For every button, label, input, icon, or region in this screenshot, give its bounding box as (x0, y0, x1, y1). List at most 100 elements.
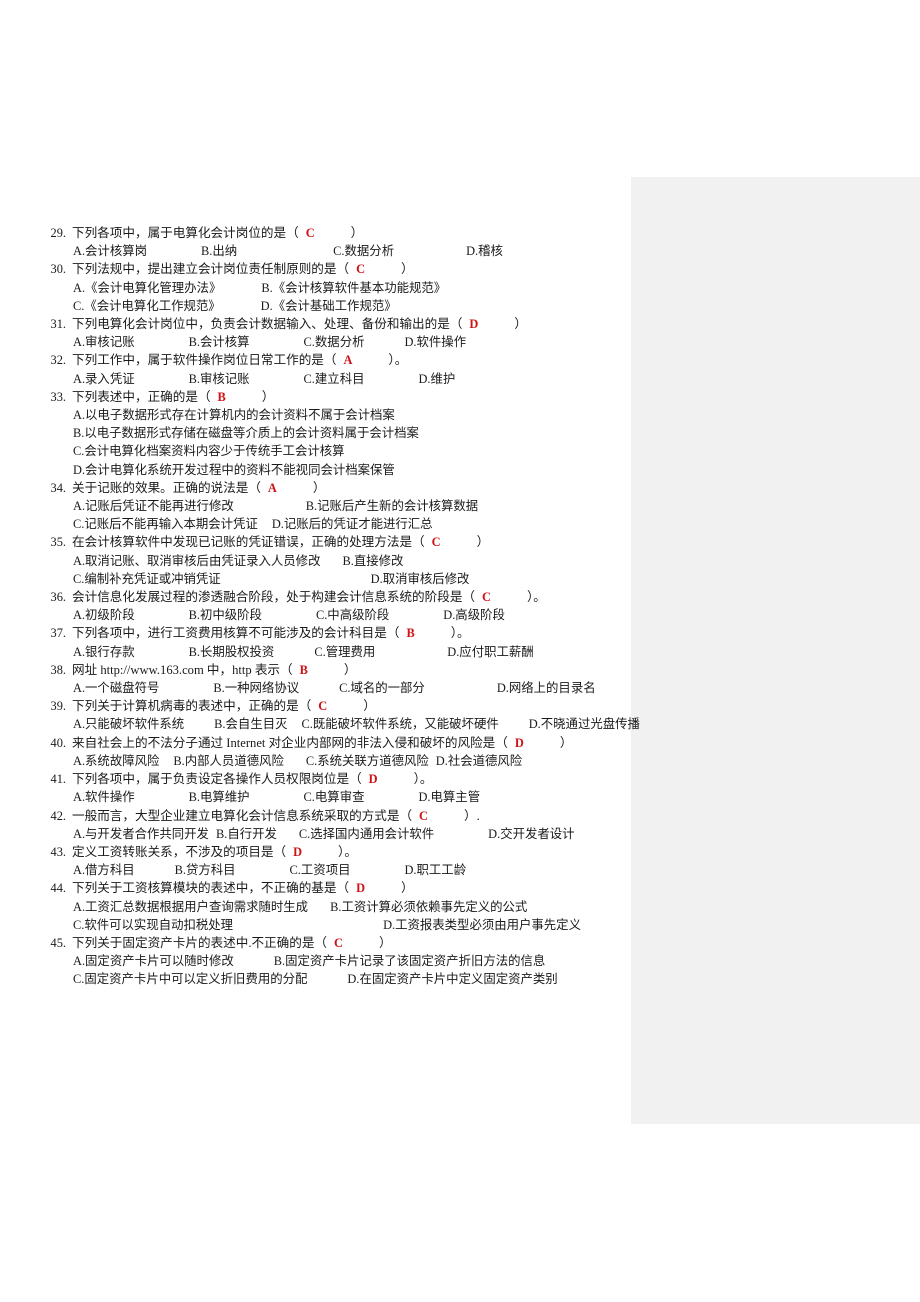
question-item: 34. 关于记账的效果。正确的说法是（ A ） A.记账后凭证不能再进行修改 B.记账后产… (42, 479, 612, 534)
option: C.数据分析 (333, 244, 395, 259)
option: A.借方科目 (73, 863, 135, 878)
question-item: 42. 一般而言，大型企业建立电算化会计信息系统采取的方式是（ C ）. A.与开发者合… (42, 807, 612, 843)
option-line: A.一个磁盘符号 B.一种网络协议 C.域名的一部分 D.网络上的目录名 (42, 679, 612, 697)
option: D.稽核 (466, 244, 503, 259)
question-number: 36. (50, 590, 67, 605)
question-text: 下列电算化会计岗位中，负责会计数据输入、处理、备份和输出的是（ (72, 317, 463, 332)
option: A.初级阶段 (73, 608, 135, 623)
question-item: 31. 下列电算化会计岗位中，负责会计数据输入、处理、备份和输出的是（ D） A.审核… (42, 315, 612, 351)
question-number: 33. (50, 389, 67, 404)
option-line: A.只能破坏软件系统 B.会自生目灭 C.既能破坏软件系统，又能破坏硬件 D.不晓通过… (42, 715, 640, 733)
question-number: 38. (50, 662, 67, 677)
option-line: A.银行存款 B.长期股权投资 C.管理费用 D.应付职工薪酬 (42, 643, 612, 661)
question-text: 下列表述中，正确的是（ (72, 389, 211, 404)
answer-letter: C (305, 226, 315, 240)
option: D.会计电算化系统开发过程中的资料不能视同会计档案保管 (73, 462, 395, 477)
option: D.职工工龄 (404, 863, 467, 878)
question-stem: 31. 下列电算化会计岗位中，负责会计数据输入、处理、备份和输出的是（ D ） (42, 315, 612, 333)
answer-letter: D (356, 881, 366, 896)
question-stem: 41. 下列各项中，属于负责设定各操作人员权限岗位是（ D ）。 (42, 770, 612, 788)
question-text: 一般而言，大型企业建立电算化会计信息系统采取的方式是（ (72, 808, 413, 823)
option: C.固定资产卡片中可以定义折旧费用的分配 (73, 972, 308, 987)
option: D.维护 (418, 371, 456, 386)
document-page: 29. 下列各项中，属于电算化会计岗位的是（ C ） A.会计核算岗 B.出纳 C.数据分析… (0, 0, 920, 1302)
question-text-tail: ） (401, 881, 414, 896)
option: A.《会计电算化管理办法》 (73, 280, 222, 295)
question-number: 39. (50, 699, 67, 714)
option: D.电算主管 (418, 790, 481, 805)
option-line: A.系统故障风险 B.内部人员道德风险 C.系统关联方道德风险 D.社会道德风险 (42, 752, 612, 770)
question-number: 30. (50, 262, 67, 277)
option: B.直接修改 (342, 553, 404, 568)
option-line: C.会计电算化档案资料内容少于传统手工会计核算 (42, 442, 612, 460)
question-text-tail: ） (401, 262, 414, 277)
question-stem: 34. 关于记账的效果。正确的说法是（ A ） (42, 479, 612, 497)
question-item: 39. 下列关于计算机病毒的表述中，正确的是（ C ） A.只能破坏软件系统 B.会自生目… (42, 697, 640, 733)
option: B.会自生目灭 (214, 717, 288, 732)
question-number: 42. (50, 808, 67, 823)
option: B.出纳 (201, 244, 238, 259)
option-line: A.固定资产卡片可以随时修改 B.固定资产卡片记录了该固定资产折旧方法的信息 (42, 952, 612, 970)
option: A.工资汇总数据根据用户查询需求随时生成 (73, 899, 309, 914)
option-line: A.初级阶段 B.初中级阶段 C.中高级阶段 D.高级阶段 (42, 606, 612, 624)
option: B.《会计核算软件基本功能规范》 (261, 280, 447, 295)
option-line: A.会计核算岗 B.出纳 C.数据分析 D.稽核 (42, 242, 612, 260)
option: D.社会道德风险 (435, 753, 523, 768)
answer-letter: C (356, 262, 366, 277)
option-line: C.《会计电算化工作规范》 D.《会计基础工作规范》 (42, 297, 612, 315)
answer-letter: C (334, 935, 343, 950)
answer-letter: C (318, 699, 328, 714)
option: C.建立科目 (303, 371, 365, 386)
question-stem: 39. 下列关于计算机病毒的表述中，正确的是（ C ） (42, 697, 612, 715)
question-text-tail: ） (350, 226, 364, 240)
option-line: C.编制补充凭证或冲销凭证 D.取消审核后修改 (42, 570, 612, 588)
option: A.软件操作 (73, 790, 135, 805)
option: A.固定资产卡片可以随时修改 (73, 954, 234, 969)
option-line: A.《会计电算化管理办法》 B.《会计核算软件基本功能规范》 (42, 279, 612, 297)
option-line: A.记账后凭证不能再进行修改 B.记账后产生新的会计核算数据 (42, 497, 612, 515)
option: D.记账后的凭证才能进行汇总 (271, 517, 433, 532)
question-list: 29. 下列各项中，属于电算化会计岗位的是（ C ） A.会计核算岗 B.出纳 C.数据分析… (42, 224, 640, 989)
option: B.记账后产生新的会计核算数据 (305, 499, 479, 514)
question-stem: 38. 网址 http://www.163.com 中，http 表示（ B ） (42, 661, 612, 679)
option: B.会计核算 (188, 335, 250, 350)
question-text: 下列关于固定资产卡片的表述中.不正确的是（ (72, 935, 328, 950)
question-item: 43. 定义工资转账关系，不涉及的项目是（ D ）。 A.借方科目 B.贷方科目 C.工资项… (42, 843, 612, 879)
option: C.电算审查 (303, 790, 365, 805)
option: B.审核记账 (188, 371, 250, 386)
option: D.应付职工薪酬 (447, 644, 534, 659)
option: D.交开发者设计 (488, 826, 575, 841)
answer-letter: A (267, 480, 277, 495)
option: B.贷方科目 (174, 863, 236, 878)
option: D.工资报表类型必须由用户事先定义 (383, 917, 581, 932)
question-stem: 29. 下列各项中，属于电算化会计岗位的是（ C ） (42, 224, 612, 242)
question-text-tail: ） (476, 535, 490, 550)
option: D.取消审核后修改 (370, 571, 470, 586)
question-stem: 44. 下列关于工资核算模块的表述中，不正确的基是（ D ） (42, 879, 612, 897)
question-stem: 35. 在会计核算软件中发现已记账的凭证错误，正确的处理方法是（ C ） (42, 533, 612, 551)
question-text: 下列各项中，属于负责设定各操作人员权限岗位是（ (72, 772, 362, 787)
answer-letter: D (469, 317, 479, 332)
answer-letter: A (343, 353, 353, 368)
option-line: A.软件操作 B.电算维护 C.电算审查 D.电算主管 (42, 788, 612, 806)
question-item: 44. 下列关于工资核算模块的表述中，不正确的基是（ D ） A.工资汇总数据根据用户查… (42, 879, 612, 934)
option: C.选择国内通用会计软件 (298, 826, 435, 841)
question-item: 29. 下列各项中，属于电算化会计岗位的是（ C ） A.会计核算岗 B.出纳 C.数据分析… (42, 224, 612, 260)
question-text-tail: ）。 (526, 590, 546, 605)
question-text-tail: ）。 (388, 353, 408, 368)
option: A.会计核算岗 (73, 244, 147, 259)
question-item: 33. 下列表述中，正确的是（ B ） A.以电子数据形式存在计算机内的会计资料不属于会… (42, 388, 612, 479)
option: C.既能破坏软件系统，又能破坏硬件 (301, 717, 499, 732)
question-item: 40. 来自社会上的不法分子通过 Internet 对企业内部网的非法入侵和破坏的… (42, 734, 612, 770)
question-stem: 40. 来自社会上的不法分子通过 Internet 对企业内部网的非法入侵和破坏的… (42, 734, 612, 752)
option: B.固定资产卡片记录了该固定资产折旧方法的信息 (273, 954, 546, 969)
question-text-tail: ） (514, 317, 527, 332)
option: C.系统关联方道德风险 (305, 753, 429, 768)
option: C.工资项目 (289, 863, 351, 878)
question-stem: 32. 下列工作中，属于软件操作岗位日常工作的是（ A ）。 (42, 351, 612, 369)
option: C.管理费用 (314, 644, 376, 659)
question-text-tail: ） (378, 935, 392, 950)
option-line: C.固定资产卡片中可以定义折旧费用的分配 D.在固定资产卡片中定义固定资产类别 (42, 970, 612, 988)
option: A.以电子数据形式存在计算机内的会计资料不属于会计档案 (73, 408, 395, 423)
option-line: A.取消记账、取消审核后由凭证录入人员修改 B.直接修改 (42, 552, 612, 570)
